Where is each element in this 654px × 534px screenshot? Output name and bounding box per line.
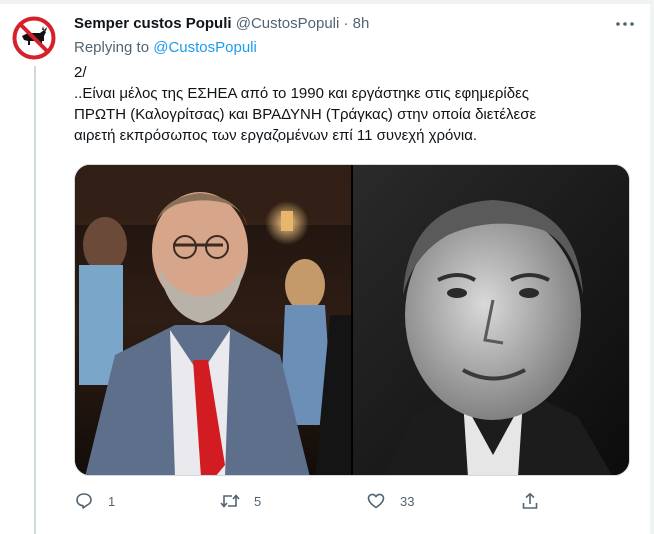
media-photo-left[interactable] [75,165,351,475]
thread-connector-line [34,66,36,534]
reply-count: 1 [108,493,116,509]
tweet-header: Semper custos Populi @CustosPopuli · 8h [74,14,634,34]
retweet-icon [220,491,240,511]
heart-icon [366,491,386,511]
reply-button[interactable]: 1 [74,490,115,512]
separator-dot: · [343,15,349,32]
ellipsis-icon [616,22,634,26]
tweet-text: 2/ ..Είναι μέλος της ΕΣΗΕΑ από το 1990 κ… [74,62,634,146]
more-options-button[interactable] [614,14,636,34]
tweet-timestamp[interactable]: 8h [353,15,370,32]
photo-bearded-man-icon [75,165,351,475]
like-count: 33 [400,493,415,509]
tweet-text-line: ΠΡΩΤΗ (Καλογρίτσας) και ΒΡΑΔΥΝΗ (Τράγκας… [74,106,537,123]
frame-right-border [650,0,654,534]
retweet-button[interactable]: 5 [220,490,261,512]
like-button[interactable]: 33 [366,490,414,512]
author-handle[interactable]: @CustosPopuli [236,15,340,32]
media-photo-right[interactable] [353,165,629,475]
tweet-text-line: ..Είναι μέλος της ΕΣΗΕΑ από το 1990 και … [74,85,529,102]
retweet-count: 5 [254,493,262,509]
avatar[interactable] [10,14,58,62]
tweet-text-line: αιρετή εκπρόσωπος των εργαζομένων επί 11… [74,127,478,144]
replying-to: Replying to @CustosPopuli [74,38,257,58]
frame-top-border [0,0,654,4]
share-icon [520,491,540,511]
tweet-media [74,164,630,476]
replying-to-label: Replying to [74,39,150,56]
share-button[interactable] [520,490,540,512]
tweet-actions: 1 5 33 [74,490,554,512]
no-bull-sign-icon [11,15,57,61]
reply-icon [74,491,94,511]
replying-to-mention[interactable]: @CustosPopuli [153,39,257,56]
photo-bw-portrait-icon [353,165,629,475]
tweet-text-line: 2/ [74,64,87,81]
author-name[interactable]: Semper custos Populi [74,15,232,32]
